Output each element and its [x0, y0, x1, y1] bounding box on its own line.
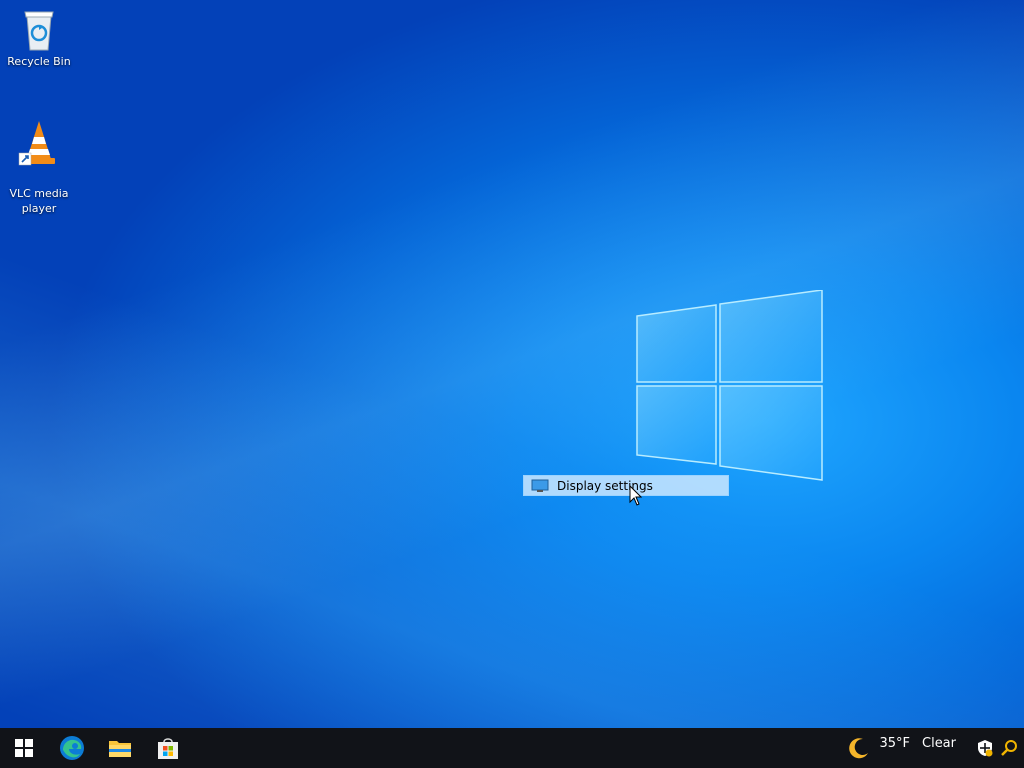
- windows-logo-icon: [15, 739, 33, 757]
- tray-security-button[interactable]: [976, 739, 994, 757]
- monitor-icon: [531, 479, 549, 493]
- display-settings-menu-item[interactable]: Display settings: [523, 475, 729, 496]
- start-button[interactable]: [0, 728, 48, 768]
- desktop-icon-label: Recycle Bin: [7, 55, 71, 68]
- search-icon: [1001, 740, 1017, 756]
- desktop-icon-label: VLC media player: [9, 187, 69, 215]
- tray-search-button[interactable]: [1000, 739, 1018, 757]
- edge-icon: [60, 736, 84, 760]
- wallpaper-beam: [0, 0, 1024, 768]
- weather-condition: Clear: [922, 736, 956, 751]
- wallpaper-windows-logo: [636, 290, 823, 481]
- taskbar: 35°F Clear: [0, 728, 1024, 768]
- wallpaper-beam: [0, 0, 1024, 768]
- moon-icon: [849, 738, 869, 759]
- store-bag-icon: [158, 738, 178, 759]
- weather-temperature: 35°F: [879, 736, 910, 751]
- security-shield-icon: [978, 740, 993, 757]
- desktop-icon-recycle-bin[interactable]: Recycle Bin: [1, 8, 77, 69]
- recycle-bin-icon: [24, 11, 54, 51]
- taskbar-store-button[interactable]: [144, 728, 192, 768]
- mouse-cursor-icon: [629, 485, 643, 506]
- folder-icon: [109, 741, 131, 757]
- desktop-icon-vlc[interactable]: VLC media player: [1, 104, 77, 216]
- weather-widget[interactable]: 35°F Clear: [847, 736, 962, 760]
- taskbar-file-explorer-button[interactable]: [96, 728, 144, 768]
- vlc-cone-icon: [18, 121, 55, 166]
- system-tray: 35°F Clear: [847, 728, 1024, 768]
- taskbar-edge-button[interactable]: [48, 728, 96, 768]
